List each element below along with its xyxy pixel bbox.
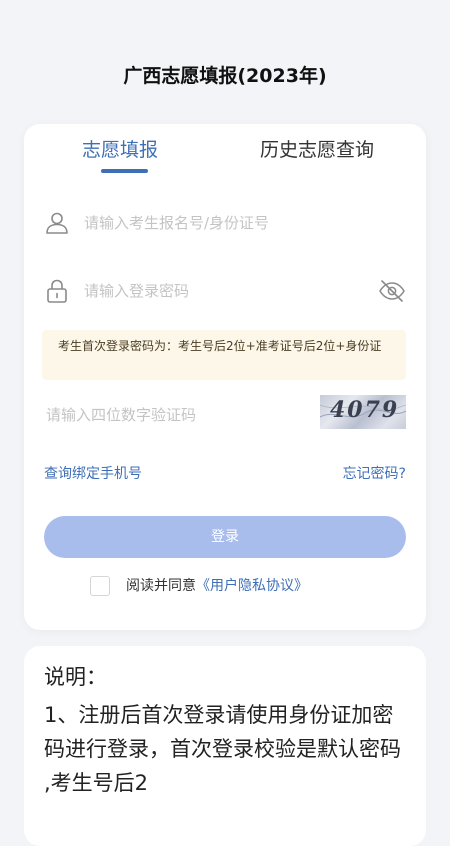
description-body: 1、注册后首次登录请使用身份证加密码进行登录，首次登录校验是默认密码 ,考生号后… xyxy=(44,703,401,795)
username-field xyxy=(44,202,406,242)
password-field xyxy=(44,270,406,310)
tab-volunteer-fill[interactable]: 志愿填报 xyxy=(82,136,158,164)
password-input[interactable] xyxy=(82,274,366,308)
description-title: 说明： xyxy=(44,665,107,689)
page-title: 广西志愿填报(2023年) xyxy=(123,65,327,87)
tab-history-query[interactable]: 历史志愿查询 xyxy=(260,136,374,164)
description-card: 说明： 1、注册后首次登录请使用身份证加密码进行登录，首次登录校验是默认密码 ,… xyxy=(24,646,426,846)
eye-off-icon[interactable] xyxy=(378,278,406,304)
captcha-image[interactable]: 4079 xyxy=(320,395,406,429)
login-card: 志愿填报 历史志愿查询 考生首次登 xyxy=(24,124,426,630)
forgot-password-link[interactable]: 忘记密码? xyxy=(343,464,406,484)
privacy-agreement-row: 阅读并同意《用户隐私协议》 xyxy=(90,576,390,596)
username-input[interactable] xyxy=(82,206,366,240)
default-password-notice: 考生首次登录密码为：考生号后2位+准考证号后2位+身份证 xyxy=(42,330,406,380)
user-icon xyxy=(44,210,70,236)
lock-icon xyxy=(44,278,70,304)
privacy-policy-link[interactable]: 《用户隐私协议》 xyxy=(196,578,308,594)
agree-prefix: 阅读并同意 xyxy=(126,578,196,594)
captcha-input[interactable] xyxy=(44,398,308,432)
login-button[interactable]: 登录 xyxy=(44,516,406,558)
captcha-code: 4079 xyxy=(330,397,400,423)
tab-bar: 志愿填报 历史志愿查询 xyxy=(24,124,426,176)
query-bound-phone-link[interactable]: 查询绑定手机号 xyxy=(44,464,142,484)
agree-checkbox[interactable] xyxy=(90,576,110,596)
agree-text: 阅读并同意《用户隐私协议》 xyxy=(126,576,308,596)
captcha-field: 4079 xyxy=(44,394,406,434)
active-tab-indicator xyxy=(101,169,148,173)
